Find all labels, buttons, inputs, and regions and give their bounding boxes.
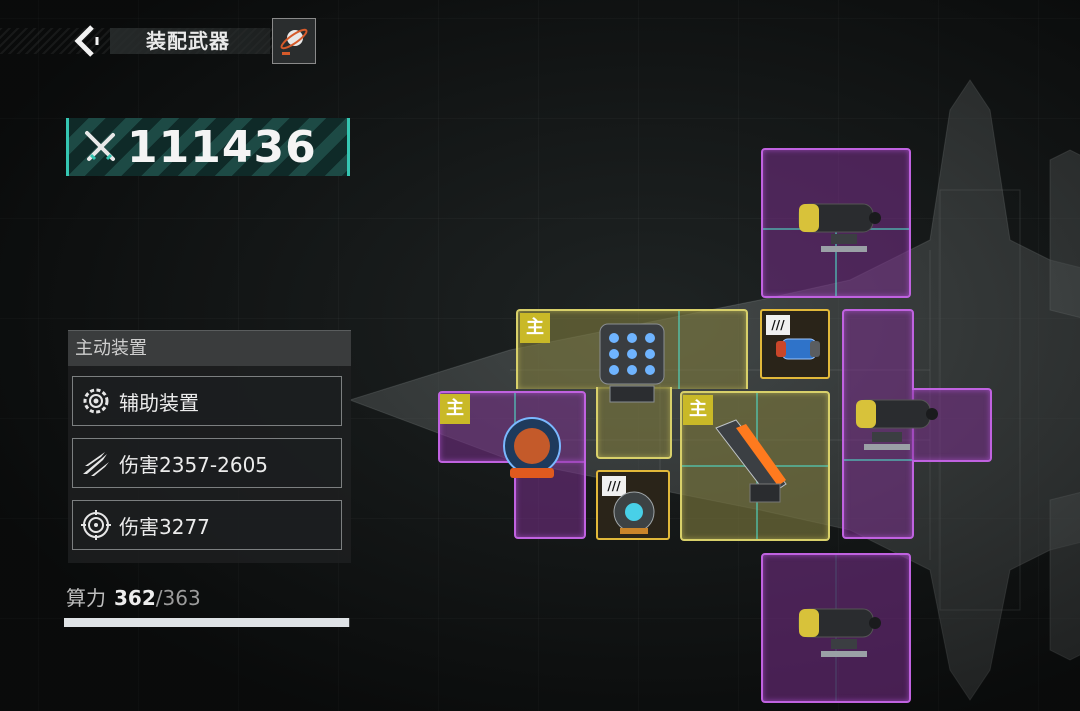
stat-row-damage[interactable]: 伤害3277 — [72, 500, 342, 550]
core-orb-icon — [613, 491, 655, 534]
page-title: 装配武器 — [110, 28, 270, 54]
slot-divider — [678, 311, 680, 389]
compute-title: 算力 — [66, 586, 106, 610]
reticle-icon — [81, 510, 111, 540]
active-device-panel: 主动装置 辅助装置 伤害2357-2605 伤害3277 — [68, 330, 351, 563]
main-slot-tag: 主 — [440, 394, 470, 424]
compute-label: 算力 362/363 — [66, 582, 201, 611]
main-slot-tag: 主 — [520, 313, 550, 343]
cannon-weapon-icon — [798, 608, 881, 657]
gear-target-icon — [83, 388, 109, 414]
missile-pod-weapon-icon — [599, 323, 665, 403]
stat-label: 辅助装置 — [119, 390, 199, 415]
slot-orb-module[interactable]: /// — [596, 470, 670, 540]
chevron-left-icon — [74, 25, 99, 57]
laser-cannon-icon — [715, 419, 787, 503]
stat-row-auxiliary[interactable]: 辅助装置 — [72, 376, 342, 426]
crossed-swords-icon — [85, 131, 115, 161]
slot-cannon-top[interactable] — [761, 148, 911, 298]
planet-ring-icon — [280, 28, 308, 55]
power-score: 111436 — [66, 118, 350, 176]
cannon-weapon-icon — [798, 203, 881, 252]
compute-bar — [64, 618, 350, 627]
cannon-weapon-icon — [855, 399, 938, 450]
slot-cannon-bottom[interactable] — [761, 553, 911, 703]
slot-capsule-module[interactable]: /// — [760, 309, 830, 379]
back-button[interactable] — [68, 22, 102, 60]
ship-badge-button[interactable] — [272, 18, 316, 64]
stat-row-damage-range[interactable]: 伤害2357-2605 — [72, 438, 342, 488]
power-score-value: 111436 — [127, 121, 317, 173]
stat-label: 伤害3277 — [119, 514, 210, 539]
stat-label: 伤害2357-2605 — [119, 452, 269, 477]
compute-current: 362 — [114, 586, 156, 610]
capsule-module-icon — [776, 338, 820, 360]
compute-max: /363 — [155, 586, 201, 610]
claw-slash-icon — [83, 452, 109, 476]
shield-orb-icon — [503, 417, 561, 478]
panel-header: 主动装置 — [68, 331, 351, 366]
compute-bar-fill — [64, 618, 350, 627]
